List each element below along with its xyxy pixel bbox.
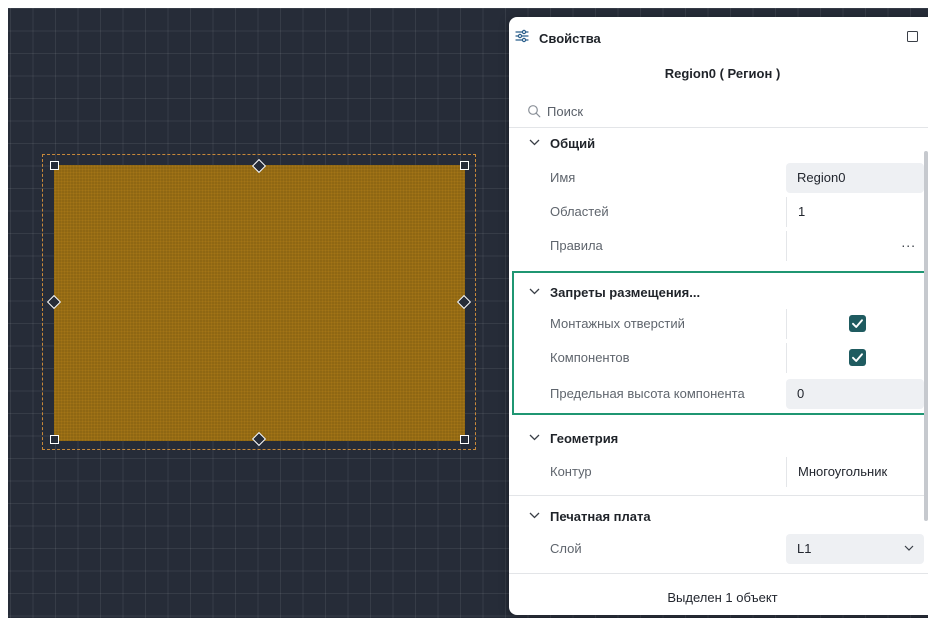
properties-panel: Свойства Region0 ( Регион ) Общий Имя Re… — [509, 17, 928, 615]
search-bar — [509, 95, 928, 127]
property-row-layer: Слой L1 — [509, 532, 925, 566]
resize-handle-top-left[interactable] — [50, 161, 59, 170]
areas-value-cell: 1 — [786, 197, 924, 227]
search-icon — [528, 105, 541, 118]
scrollbar[interactable] — [924, 151, 928, 521]
checkmark-icon — [852, 319, 863, 328]
components-value-cell — [786, 343, 924, 373]
section-general-label: Общий — [550, 136, 596, 151]
property-label: Монтажных отверстий — [550, 316, 685, 331]
contour-value: Многоугольник — [798, 464, 888, 479]
divider — [509, 495, 925, 496]
name-value: Region0 — [797, 170, 846, 185]
property-row-max-height: Предельная высота компонента 0 — [509, 377, 925, 411]
selection-frame — [42, 154, 476, 450]
property-row-areas: Областей 1 — [509, 195, 925, 229]
resize-handle-bottom-right[interactable] — [460, 435, 469, 444]
chevron-down-icon — [904, 545, 914, 551]
search-input[interactable] — [547, 100, 907, 122]
contour-value-cell: Многоугольник — [786, 457, 924, 487]
resize-handle-top-right[interactable] — [460, 161, 469, 170]
layer-dropdown[interactable]: L1 — [786, 534, 924, 564]
property-label: Областей — [550, 204, 609, 219]
chevron-down-icon — [529, 512, 540, 519]
more-options-button[interactable]: ... — [901, 234, 916, 250]
section-geometry-label: Геометрия — [550, 431, 619, 446]
property-row-rules: Правила ... — [509, 229, 925, 263]
areas-value: 1 — [798, 204, 806, 219]
checkmark-icon — [852, 353, 863, 362]
property-row-mounting-holes: Монтажных отверстий — [509, 307, 925, 341]
layer-value: L1 — [797, 541, 812, 556]
property-row-components: Компонентов — [509, 341, 925, 375]
max-height-value: 0 — [797, 386, 805, 401]
object-title: Region0 ( Регион ) — [664, 66, 781, 81]
mounting-holes-checkbox[interactable] — [849, 315, 866, 332]
resize-handle-bottom-left[interactable] — [50, 435, 59, 444]
property-row-contour: Контур Многоугольник — [509, 455, 925, 489]
property-label: Слой — [550, 541, 582, 556]
rules-value-cell: ... — [786, 231, 924, 261]
maximize-icon[interactable] — [907, 31, 918, 42]
property-label: Компонентов — [550, 350, 630, 365]
chevron-down-icon — [529, 288, 540, 295]
section-general-header[interactable]: Общий — [509, 130, 919, 158]
divider — [509, 127, 928, 128]
section-pcb-label: Печатная плата — [550, 509, 651, 524]
panel-header: Свойства — [509, 17, 928, 59]
chevron-down-icon — [529, 139, 540, 146]
panel-footer: Выделен 1 объект — [509, 573, 928, 615]
section-pcb-header[interactable]: Печатная плата — [509, 503, 919, 531]
property-row-name: Имя Region0 — [509, 161, 925, 195]
components-checkbox[interactable] — [849, 349, 866, 366]
section-placement-label: Запреты размещения... — [550, 285, 701, 300]
property-label: Контур — [550, 464, 592, 479]
property-label: Предельная высота компонента — [550, 386, 745, 401]
panel-title: Свойства — [539, 31, 601, 46]
property-label: Правила — [550, 238, 603, 253]
chevron-down-icon — [529, 434, 540, 441]
property-label: Имя — [550, 170, 576, 185]
mounting-holes-value-cell — [786, 309, 924, 339]
section-placement-header[interactable]: Запреты размещения... — [509, 279, 919, 307]
max-height-field[interactable]: 0 — [786, 379, 924, 409]
name-field[interactable]: Region0 — [786, 163, 924, 193]
sliders-icon — [515, 29, 529, 43]
section-geometry-header[interactable]: Геометрия — [509, 425, 919, 453]
selection-status: Выделен 1 объект — [667, 590, 778, 605]
